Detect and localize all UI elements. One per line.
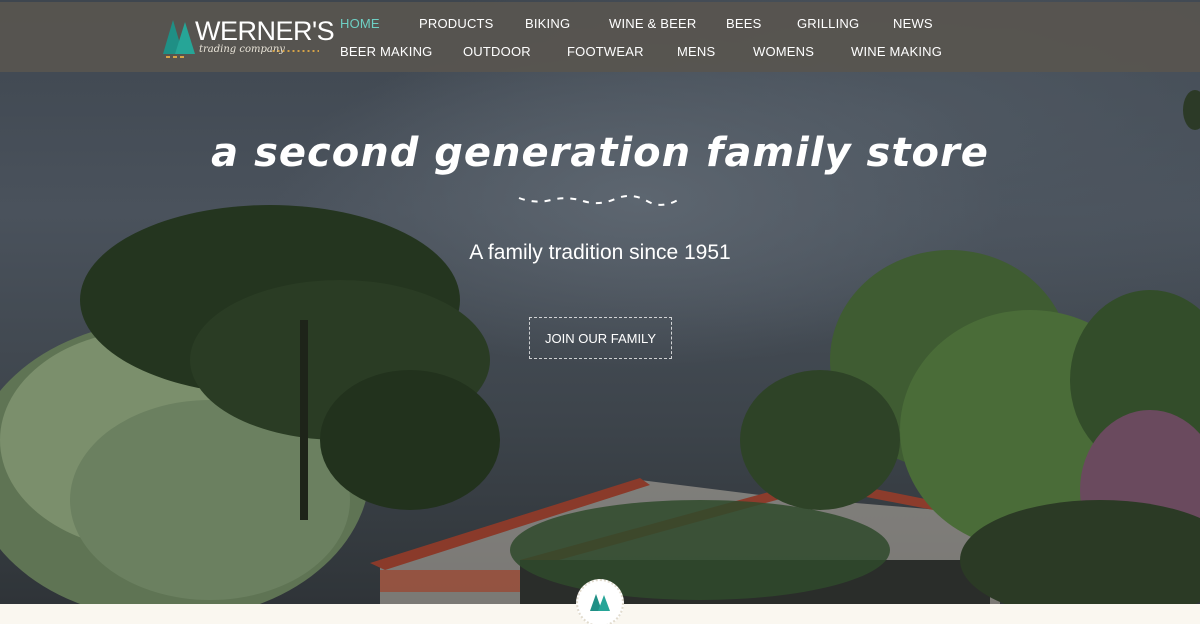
nav-item-mens[interactable]: MENS [677,44,715,59]
hero-headline: a second generation family store [211,130,989,176]
site-logo[interactable]: WERNER'S trading company [163,14,335,62]
hero-section: a second generation family store A famil… [0,0,1200,604]
pine-trees-icon [163,20,195,58]
nav-item-bees[interactable]: BEES [726,16,761,31]
nav-item-beer-making[interactable]: BEER MAKING [340,44,433,59]
squiggle-divider-icon [518,195,682,206]
nav-item-wine-beer[interactable]: WINE & BEER [609,16,696,31]
nav-item-footwear[interactable]: FOOTWEAR [567,44,644,59]
nav-item-outdoor[interactable]: OUTDOOR [463,44,531,59]
nav-item-biking[interactable]: BIKING [525,16,570,31]
pine-trees-icon [590,594,610,611]
nav-item-wine-making[interactable]: WINE MAKING [851,44,942,59]
site-header: WERNER'S trading company HOME PRODUCTS B… [0,2,1200,72]
nav-item-home[interactable]: HOME [340,16,380,31]
nav-item-womens[interactable]: WOMENS [753,44,814,59]
hero-background-photo [0,90,1200,604]
hero-tagline: A family tradition since 1951 [469,241,731,264]
nav-item-news[interactable]: NEWS [893,16,933,31]
brand-name: WERNER'S [195,16,335,46]
logo-dots-decoration [271,50,319,52]
nav-item-grilling[interactable]: GRILLING [797,16,859,31]
nav-item-products[interactable]: PRODUCTS [419,16,494,31]
scroll-badge[interactable] [576,579,624,624]
join-our-family-button[interactable]: JOIN OUR FAMILY [529,317,672,359]
